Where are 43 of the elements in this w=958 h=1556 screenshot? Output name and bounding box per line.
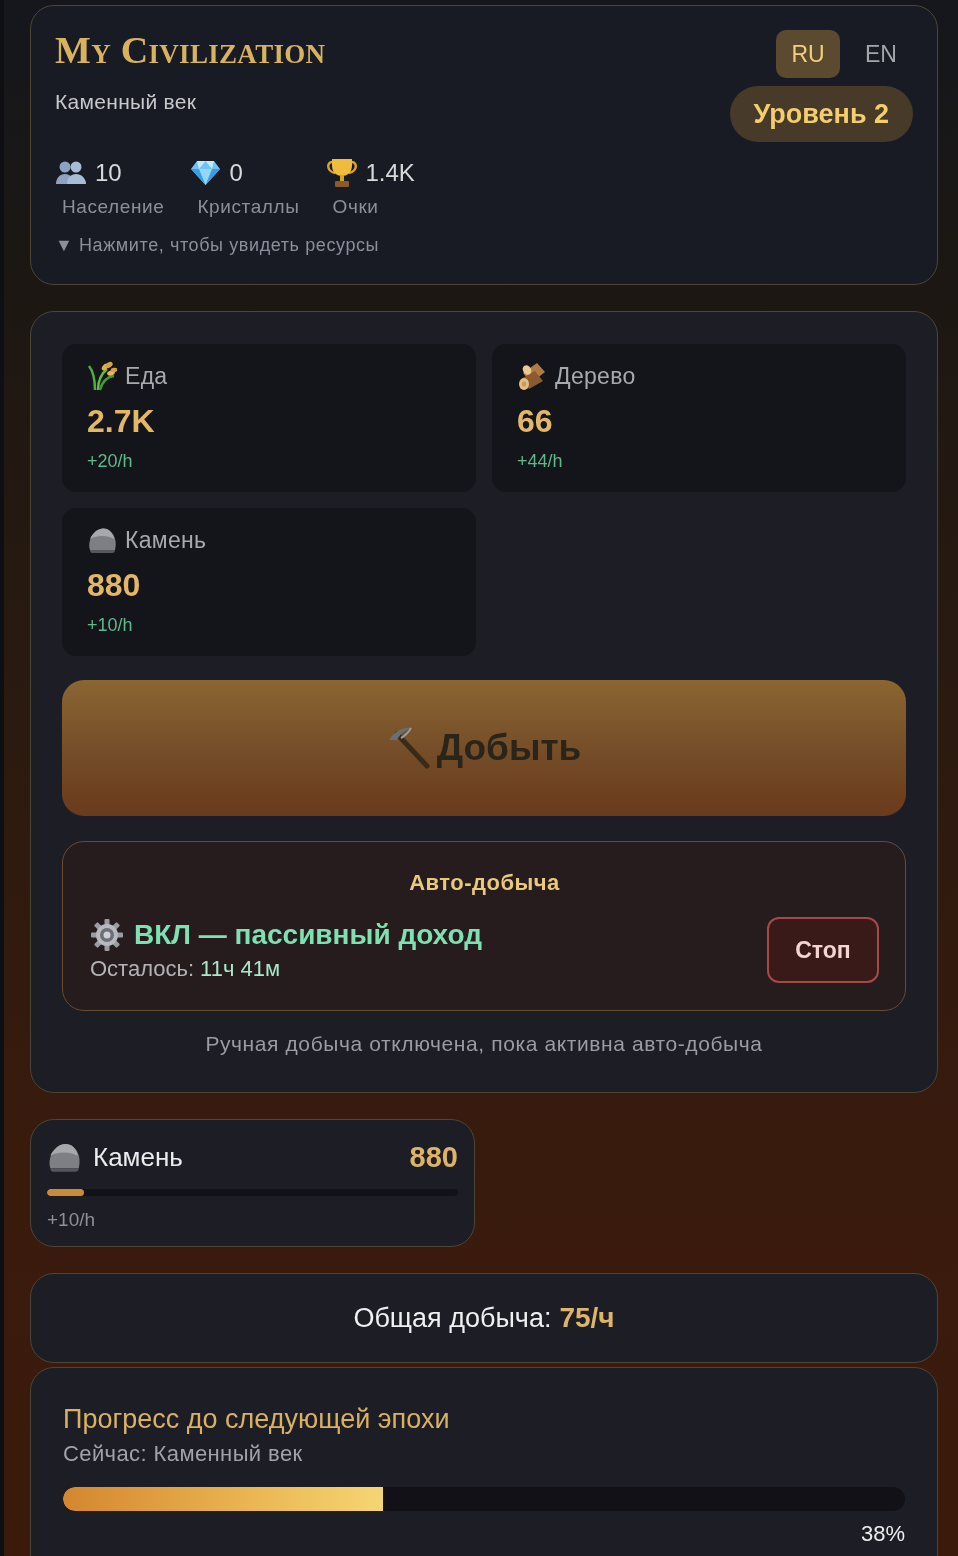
- total-production-label: Общая добыча:: [353, 1302, 552, 1334]
- resource-rate: +10/h: [87, 614, 134, 636]
- stat-value: 10: [95, 159, 122, 187]
- resource-rate: +10/h: [47, 1209, 97, 1231]
- era-subtitle: Каменный век: [55, 89, 198, 115]
- auto-mining-status: ВКЛ — пассивный доход: [134, 919, 482, 951]
- resource-amount: 880: [87, 566, 142, 604]
- wheat-icon: [87, 361, 117, 391]
- language-button[interactable]: RU: [776, 30, 840, 78]
- language-button[interactable]: EN: [849, 30, 913, 78]
- resource-name: Камень: [125, 526, 207, 554]
- remaining-time: 11ч 41м: [200, 956, 281, 982]
- stop-button[interactable]: Стоп: [767, 917, 879, 983]
- resource-name: Дерево: [555, 362, 636, 390]
- stat-label: Очки: [331, 196, 380, 218]
- game-title: My Civilization: [55, 30, 326, 70]
- manual-mining-note: Ручная добыча отключена, пока активна авто-добыча: [204, 1031, 764, 1057]
- resource-name: Еда: [125, 362, 168, 390]
- level-badge: Уровень 2: [729, 86, 913, 142]
- stat-label: Кристаллы: [196, 196, 300, 218]
- stat-value: 0: [229, 159, 243, 187]
- stat-label: Население: [61, 196, 165, 218]
- current-era: Сейчас: Каменный век: [63, 1441, 304, 1467]
- era-progress-percent: 38%: [860, 1521, 905, 1547]
- rock-icon: [87, 525, 117, 555]
- resource-amount: 66: [517, 402, 554, 440]
- pickaxe-icon: [386, 726, 431, 770]
- era-progress-title: Прогресс до следующей эпохи: [63, 1403, 451, 1435]
- auto-mining-title: Авто-добыча: [408, 870, 561, 896]
- diamond-icon: [190, 160, 222, 186]
- wood-log-icon: [517, 361, 547, 391]
- stat-value: 1.4K: [365, 159, 415, 187]
- resource-rate: +20/h: [87, 450, 134, 472]
- trophy-icon: [325, 158, 358, 188]
- resource-amount: 880: [409, 1140, 458, 1174]
- gear-icon: [90, 918, 124, 952]
- people-icon: [55, 160, 87, 186]
- resource-name: Камень: [93, 1141, 183, 1173]
- resource-rate: +44/h: [517, 450, 564, 472]
- remaining-label: Осталось:: [90, 956, 195, 982]
- resources-toggle[interactable]: ▼ Нажмите, чтобы увидеть ресурсы: [55, 234, 380, 256]
- total-production-value: 75/ч: [559, 1302, 615, 1334]
- resource-amount: 2.7K: [87, 402, 156, 440]
